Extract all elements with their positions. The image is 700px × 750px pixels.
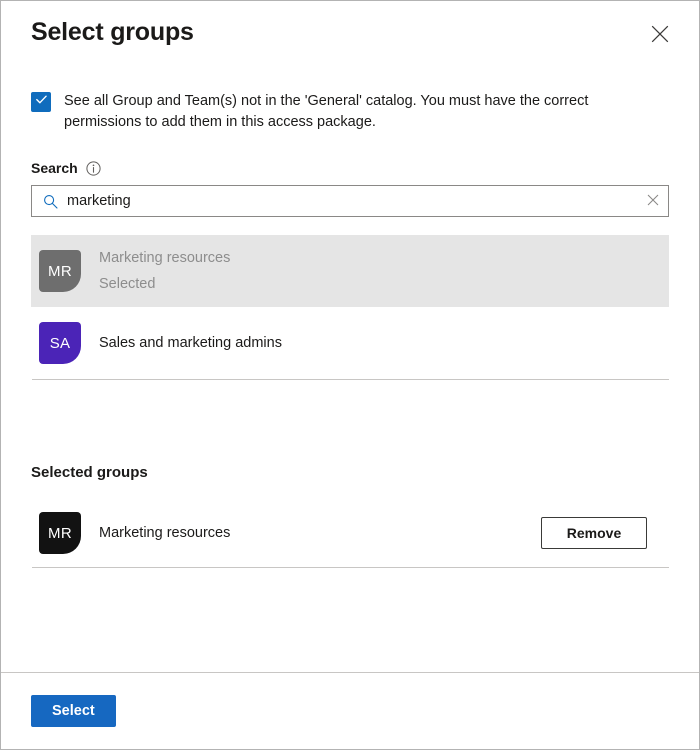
- see-all-groups-checkbox[interactable]: [31, 92, 51, 112]
- dialog-footer: Select: [1, 672, 699, 749]
- search-box[interactable]: [31, 185, 669, 217]
- close-button[interactable]: [643, 17, 677, 51]
- checkmark-icon: [35, 93, 48, 111]
- select-button[interactable]: Select: [31, 695, 116, 727]
- avatar: MR: [39, 512, 81, 554]
- dialog-header: Select groups: [1, 1, 699, 63]
- selected-groups-heading: Selected groups: [31, 464, 669, 481]
- avatar: MR: [39, 250, 81, 292]
- list-item-text: Sales and marketing admins: [99, 332, 282, 354]
- see-all-groups-checkbox-label: See all Group and Team(s) not in the 'Ge…: [64, 91, 629, 133]
- list-divider: [32, 379, 669, 380]
- selected-groups-section: Selected groups MR Marketing resources R…: [31, 464, 669, 568]
- list-item-status: Selected: [99, 273, 230, 295]
- avatar-initials: MR: [48, 525, 72, 542]
- list-item[interactable]: SA Sales and marketing admins: [31, 307, 669, 379]
- search-results-list: MR Marketing resources Selected SA Sales…: [31, 235, 669, 380]
- search-icon: [42, 193, 58, 209]
- selected-groups-divider: [32, 567, 669, 568]
- avatar: SA: [39, 322, 81, 364]
- info-icon[interactable]: [86, 161, 101, 176]
- avatar-initials: MR: [48, 263, 72, 280]
- selected-group-label: Marketing resources: [99, 525, 541, 541]
- search-label-row: Search: [31, 160, 669, 176]
- list-item-label: Sales and marketing admins: [99, 332, 282, 354]
- select-groups-dialog: Select groups See all Group and Team(s) …: [0, 0, 700, 750]
- list-item-text: Marketing resources Selected: [99, 247, 230, 295]
- page-title: Select groups: [31, 15, 194, 49]
- selected-group-row: MR Marketing resources Remove: [31, 499, 669, 567]
- close-icon: [651, 25, 669, 43]
- clear-search-button[interactable]: [638, 186, 668, 216]
- clear-icon: [647, 194, 659, 209]
- see-all-groups-checkbox-row[interactable]: See all Group and Team(s) not in the 'Ge…: [31, 91, 669, 133]
- list-item[interactable]: MR Marketing resources Selected: [31, 235, 669, 307]
- search-label: Search: [31, 160, 78, 176]
- search-input[interactable]: [67, 186, 638, 216]
- list-item-label: Marketing resources: [99, 247, 230, 269]
- avatar-initials: SA: [50, 335, 71, 352]
- remove-button[interactable]: Remove: [541, 517, 647, 549]
- dialog-body: See all Group and Team(s) not in the 'Ge…: [1, 63, 699, 672]
